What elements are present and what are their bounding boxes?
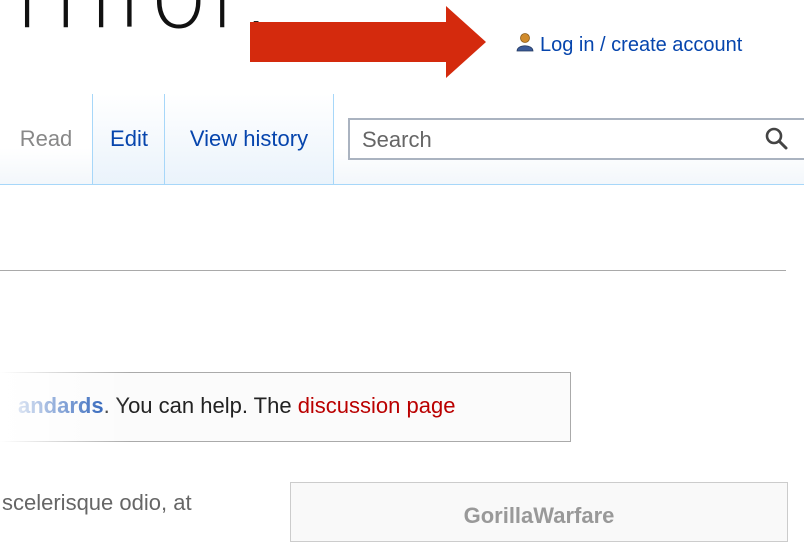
cleanup-notice-box: andards. You can help. The discussion pa… xyxy=(0,372,571,442)
standards-link[interactable]: andards xyxy=(18,393,104,418)
heading-divider xyxy=(0,270,786,271)
tab-view-history[interactable]: View history xyxy=(164,94,334,184)
login-create-account-link[interactable]: Log in / create account xyxy=(516,32,742,58)
user-icon xyxy=(516,32,534,58)
login-label: Log in / create account xyxy=(540,33,743,56)
article-body-text: scelerisque odio, at xyxy=(2,490,192,515)
search-icon[interactable] xyxy=(764,126,790,157)
search-input[interactable] xyxy=(360,124,744,156)
tab-edit[interactable]: Edit xyxy=(92,94,165,184)
discussion-page-link[interactable]: discussion page xyxy=(298,393,456,418)
search-box xyxy=(348,118,804,160)
infobox-title: GorillaWarfare xyxy=(463,503,615,528)
red-arrow-annotation xyxy=(250,6,486,78)
infobox: GorillaWarfare xyxy=(290,482,788,542)
tab-read[interactable]: Read xyxy=(0,94,92,184)
notice-text: andards. You can help. The discussion pa… xyxy=(18,393,455,419)
page-heading-fragment: rnfor. xyxy=(14,0,272,50)
notice-text-part: . You can help. The xyxy=(103,393,298,418)
